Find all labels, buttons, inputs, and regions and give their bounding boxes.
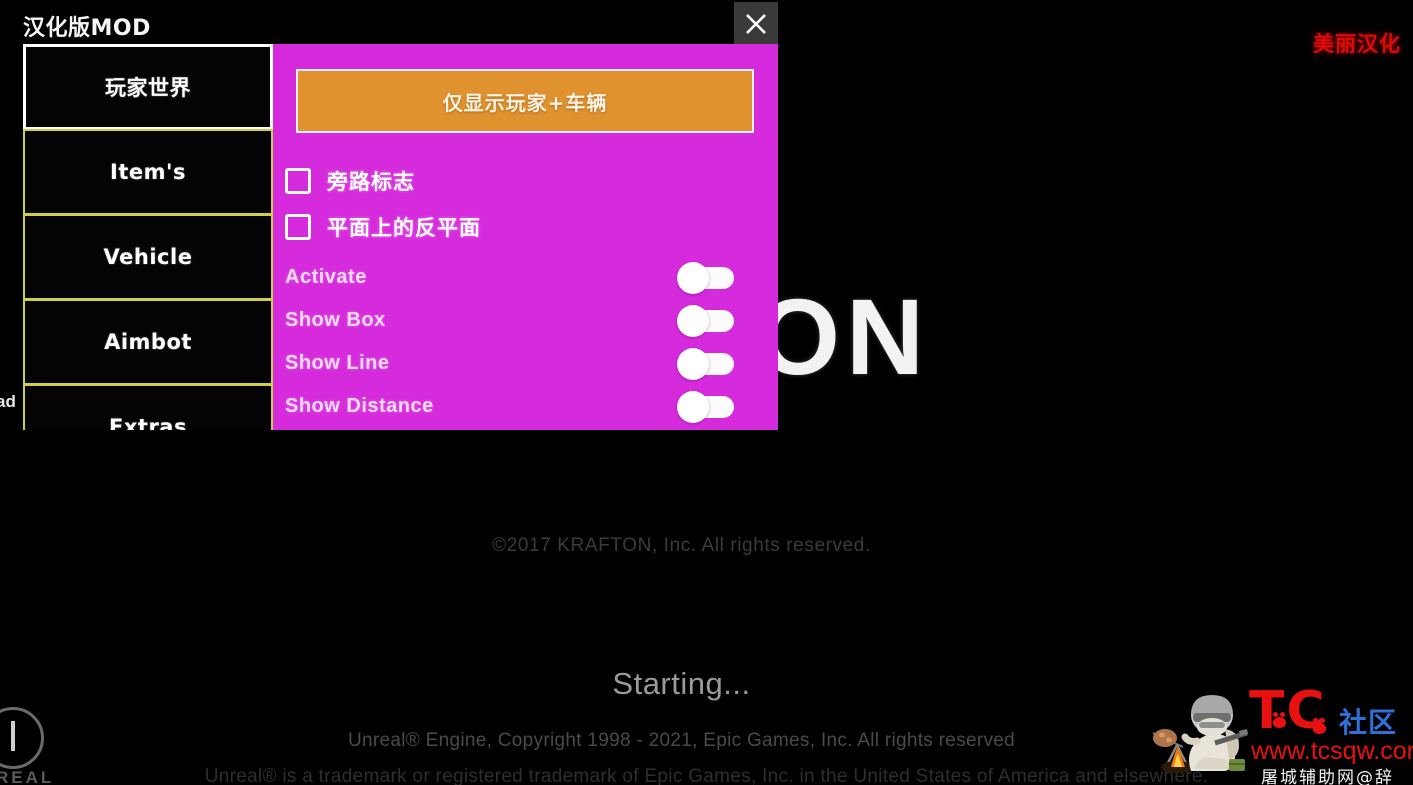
menu-item-aimbot[interactable]: Aimbot	[23, 299, 273, 385]
close-button[interactable]	[734, 2, 778, 46]
toggle-row-show-distance[interactable]: Show Distance	[285, 385, 766, 428]
menu-item-player-world[interactable]: 玩家世界	[23, 44, 273, 130]
checkbox-label: 旁路标志	[327, 170, 415, 194]
unreal-engine-logo-icon	[0, 707, 44, 769]
toggle-switch-show-line[interactable]	[677, 347, 734, 380]
toggle-knob	[677, 304, 709, 337]
paw-icon	[1273, 712, 1286, 728]
checkbox-row-bypass-marker[interactable]: 旁路标志	[285, 166, 415, 196]
menu-item-label: Item's	[110, 160, 186, 184]
translation-credit-mark: 美丽汉化	[1313, 32, 1401, 56]
toggle-row-show-box[interactable]: Show Box	[285, 299, 766, 342]
mod-window-titlebar: 汉化版MOD	[0, 0, 778, 46]
mod-menu-list: 玩家世界 Item's Vehicle Aimbot Extras	[23, 44, 273, 430]
mod-window-title: 汉化版MOD	[23, 16, 151, 41]
watermark-brand-suffix: 社区	[1339, 706, 1398, 739]
menu-item-extras[interactable]: Extras	[23, 384, 273, 430]
checkbox-label: 平面上的反平面	[327, 216, 481, 240]
toggle-knob	[677, 347, 709, 380]
toggle-switch-show-distance[interactable]	[677, 390, 734, 423]
menu-item-items[interactable]: Item's	[23, 129, 273, 215]
pubg-character-illustration	[1152, 695, 1248, 773]
watermark-url: www.tcsqw.com	[1251, 737, 1413, 765]
toggle-switch-activate[interactable]	[677, 261, 734, 294]
toggle-label: Activate	[285, 266, 367, 288]
toggle-row-clipped[interactable]	[285, 426, 766, 430]
toggle-label: Show Line	[285, 352, 390, 374]
toggle-knob	[677, 261, 709, 294]
menu-item-label: 玩家世界	[105, 76, 191, 100]
menu-item-label: Extras	[109, 415, 187, 430]
krafton-copyright: ©2017 KRAFTON, Inc. All rights reserved.	[492, 535, 871, 556]
checkbox-icon[interactable]	[285, 168, 311, 194]
toggle-row-activate[interactable]: Activate	[285, 256, 766, 299]
toggle-label: Show Box	[285, 309, 386, 331]
panel-button-label: 仅显示玩家+车辆	[442, 90, 608, 115]
checkbox-icon[interactable]	[285, 214, 311, 240]
toggle-knob	[677, 390, 709, 423]
paw-icon	[1313, 718, 1326, 734]
toggle-label: Show Distance	[285, 395, 434, 417]
watermark-subtitle: 屠城辅助网@辞逸°	[1261, 768, 1394, 785]
checkbox-row-anti-plane[interactable]: 平面上的反平面	[285, 212, 481, 242]
close-icon	[746, 14, 766, 34]
menu-item-label: Aimbot	[104, 330, 192, 354]
toggle-row-show-line[interactable]: Show Line	[285, 342, 766, 385]
unreal-engine-logo-label: REAL	[0, 768, 55, 785]
mod-window: 汉化版MOD 玩家世界 Item's Vehicle Aimbot Extras…	[0, 0, 778, 430]
show-players-vehicles-only-button[interactable]: 仅显示玩家+车辆	[296, 69, 754, 133]
screen-root: TON ©2017 KRAFTON, Inc. All rights reser…	[0, 0, 1413, 785]
mod-settings-panel: 仅显示玩家+车辆 旁路标志 平面上的反平面 Activate Show Box	[273, 44, 778, 430]
site-watermark: TC 社区 www.tcsqw.com 屠城辅助网@辞逸°	[1141, 679, 1413, 785]
toggle-switch-show-box[interactable]	[677, 304, 734, 337]
menu-item-vehicle[interactable]: Vehicle	[23, 214, 273, 300]
menu-item-label: Vehicle	[103, 245, 193, 269]
